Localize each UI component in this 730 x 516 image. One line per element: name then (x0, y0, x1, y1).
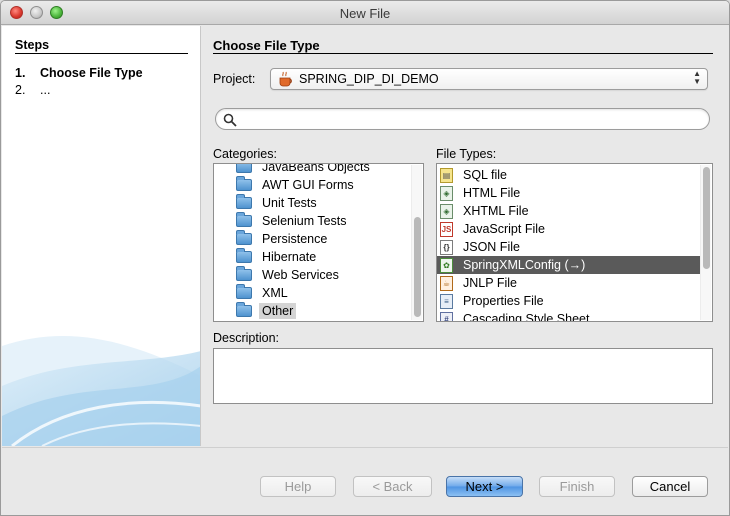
file-types-list[interactable]: ▤ SQL file ◈ HTML File ◈ XHTML File JS JavaScri… (436, 163, 713, 322)
cancel-button[interactable]: Cancel (632, 476, 708, 497)
category-item[interactable]: Persistence (214, 230, 409, 248)
categories-list[interactable]: JavaBeans Objects AWT GUI Forms Unit Tests… (213, 163, 424, 322)
file-type-item[interactable]: ◈ HTML File (437, 184, 698, 202)
category-label: Persistence (262, 232, 328, 246)
sql-file-icon: ▤ (440, 167, 453, 183)
folder-icon (236, 284, 252, 299)
decorative-swoosh (2, 336, 200, 446)
category-label: Selenium Tests (262, 214, 347, 228)
step-2: 2.... (15, 83, 50, 97)
search-input[interactable] (240, 111, 700, 127)
scroll-thumb[interactable] (414, 217, 421, 317)
category-item[interactable]: Web Services (214, 266, 409, 284)
html-file-icon: ◈ (440, 185, 453, 201)
file-type-item[interactable]: # Cascading Style Sheet (437, 310, 698, 322)
title-divider (213, 53, 713, 54)
folder-icon (236, 176, 252, 191)
search-field[interactable] (215, 108, 710, 130)
file-type-label: XHTML File (463, 204, 529, 218)
category-item[interactable]: Unit Tests (214, 194, 409, 212)
scroll-thumb[interactable] (703, 167, 710, 269)
category-label: JavaBeans Objects (262, 163, 370, 174)
category-label: AWT GUI Forms (262, 178, 354, 192)
file-type-label: JavaScript File (463, 222, 545, 236)
title-bar[interactable]: New File (1, 1, 729, 25)
step-label: ... (40, 83, 51, 97)
file-type-label: SpringXMLConfig (→) (463, 258, 586, 272)
folder-icon (236, 212, 252, 227)
file-type-label: Properties File (463, 294, 544, 308)
step-label: Choose File Type (40, 66, 143, 80)
category-item[interactable]: XML (214, 284, 409, 302)
properties-file-icon: ≡ (440, 293, 453, 309)
window-title: New File (339, 6, 391, 21)
step-number: 2. (15, 83, 26, 97)
file-types-scrollbar[interactable] (700, 165, 711, 320)
folder-icon (236, 302, 252, 317)
finish-button[interactable]: Finish (539, 476, 615, 497)
category-item[interactable]: Selenium Tests (214, 212, 409, 230)
steps-panel: Steps 1. Choose File Type 2.... (2, 26, 201, 446)
category-item[interactable]: JavaBeans Objects (214, 163, 409, 176)
category-label: Unit Tests (262, 196, 317, 210)
new-file-dialog: New File Steps 1. Choose File Type 2.... … (0, 0, 730, 516)
footer-divider (2, 447, 728, 448)
help-button[interactable]: Help (260, 476, 336, 497)
file-type-item[interactable]: ☕ JNLP File (437, 274, 698, 292)
file-type-item[interactable]: ◈ XHTML File (437, 202, 698, 220)
file-type-item[interactable]: ✿ SpringXMLConfig (→) (437, 256, 710, 274)
categories-scrollbar[interactable] (411, 165, 422, 320)
javascript-file-icon: JS (440, 221, 453, 237)
description-box (213, 348, 713, 404)
file-types-items: ▤ SQL file ◈ HTML File ◈ XHTML File JS JavaScri… (437, 166, 710, 322)
file-type-item[interactable]: ▤ SQL file (437, 166, 698, 184)
steps-divider (15, 53, 188, 54)
spring-xml-file-icon: ✿ (440, 257, 453, 273)
folder-icon (236, 230, 252, 245)
categories-label: Categories: (213, 147, 277, 161)
step-1: 1. Choose File Type (15, 66, 143, 80)
chevron-updown-icon: ▲ ▼ (693, 69, 701, 86)
file-type-label: SQL file (463, 168, 508, 182)
category-label: XML (262, 286, 288, 300)
category-item[interactable]: AWT GUI Forms (214, 176, 409, 194)
jnlp-file-icon: ☕ (440, 275, 453, 291)
xhtml-file-icon: ◈ (440, 203, 453, 219)
project-label: Project: (213, 72, 256, 86)
file-type-item[interactable]: {} JSON File (437, 238, 698, 256)
page-title: Choose File Type (213, 38, 320, 53)
file-type-label: JSON File (463, 240, 520, 254)
next-button[interactable]: Next > (446, 476, 523, 497)
steps-title: Steps (15, 38, 50, 52)
category-label: Web Services (262, 268, 339, 282)
css-file-icon: # (440, 311, 453, 321)
search-icon (223, 113, 237, 127)
folder-icon (236, 164, 252, 173)
java-project-icon (279, 71, 292, 87)
file-type-item[interactable]: ≡ Properties File (437, 292, 698, 310)
file-type-item[interactable]: JS JavaScript File (437, 220, 698, 238)
project-select-value: SPRING_DIP_DI_DEMO (299, 72, 439, 86)
project-select[interactable]: SPRING_DIP_DI_DEMO ▲ ▼ (270, 68, 708, 90)
step-number: 1. (15, 66, 26, 80)
json-file-icon: {} (440, 239, 453, 255)
category-item[interactable]: Hibernate (214, 248, 409, 266)
file-types-label: File Types: (436, 147, 497, 161)
back-button[interactable]: < Back (353, 476, 432, 497)
file-type-label: HTML File (463, 186, 521, 200)
category-label: Other (259, 303, 297, 319)
folder-icon (236, 266, 252, 281)
categories-items: JavaBeans Objects AWT GUI Forms Unit Tests… (214, 163, 409, 320)
category-item[interactable]: Other (214, 302, 409, 320)
file-type-label: Cascading Style Sheet (463, 312, 590, 322)
category-label: Hibernate (262, 250, 317, 264)
file-type-label: JNLP File (463, 276, 517, 290)
description-label: Description: (213, 331, 279, 345)
folder-icon (236, 194, 252, 209)
folder-icon (236, 248, 252, 263)
